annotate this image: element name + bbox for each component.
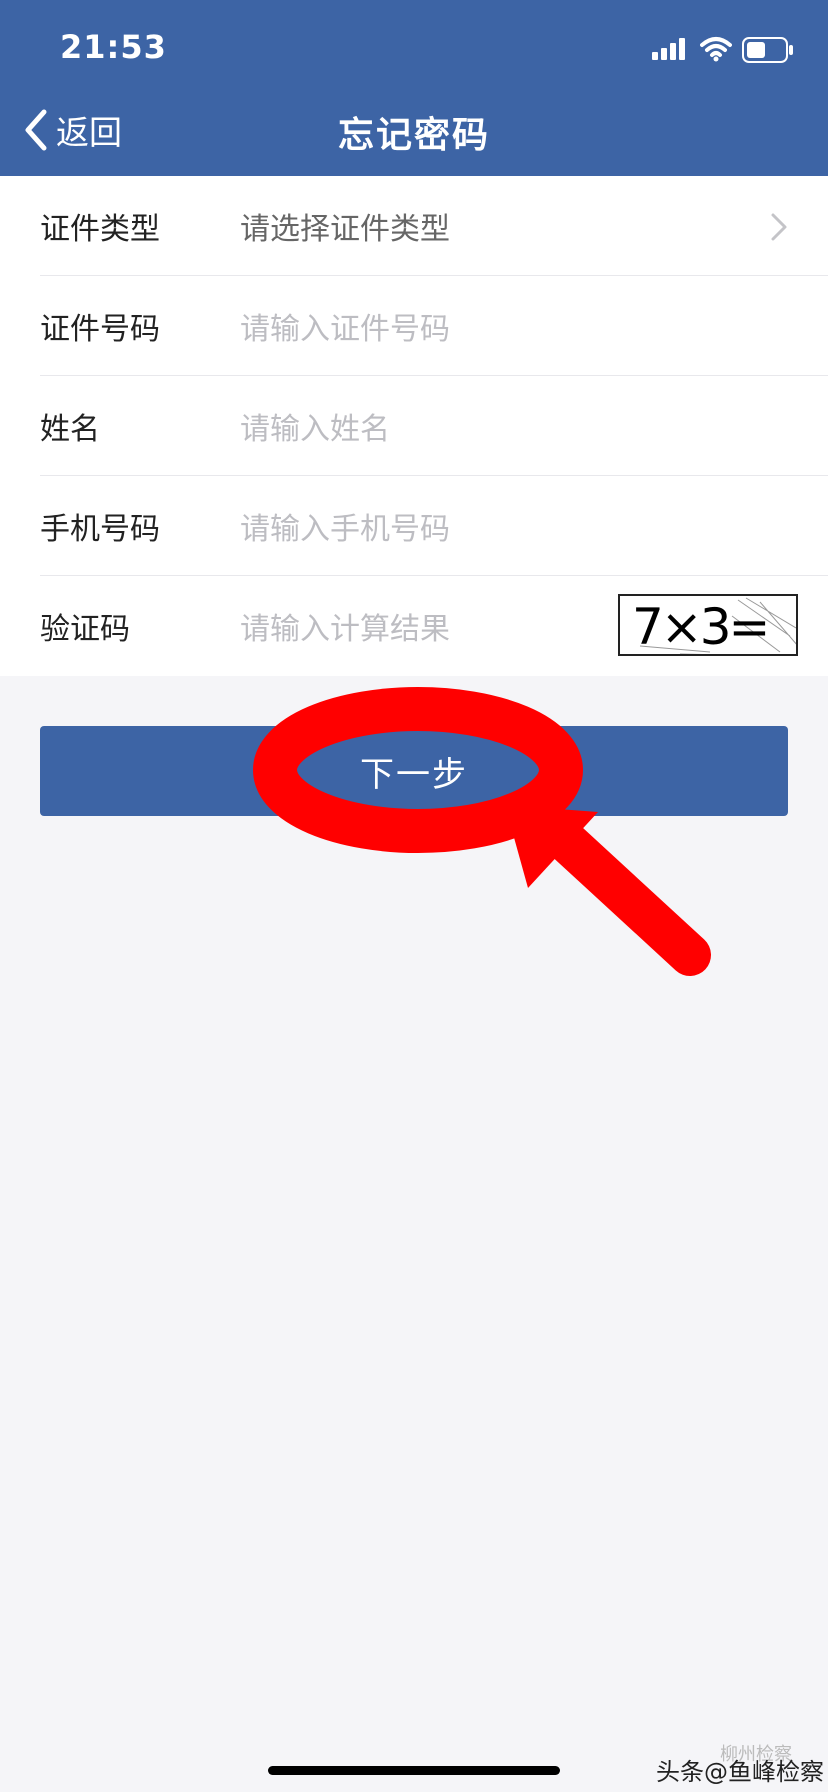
signal-icon [652,38,686,60]
battery-icon [742,37,793,63]
next-step-button[interactable]: 下一步 [40,726,788,816]
wifi-icon [700,37,732,62]
name-row: 姓名 请输入姓名 [40,376,828,476]
home-indicator[interactable] [268,1766,560,1775]
status-time: 21:53 [60,28,167,66]
id-number-input[interactable]: 请输入证件号码 [240,304,450,348]
captcha-text: 7×3= [632,598,770,656]
captcha-input[interactable]: 请输入计算结果 [240,604,450,648]
page-title: 忘记密码 [337,115,490,156]
forgot-password-form: 证件类型 请选择证件类型 证件号码 请输入证件号码 姓名 请输入姓名 手机号码 … [0,176,828,676]
id-type-select[interactable]: 请选择证件类型 [240,204,450,248]
id-number-row: 证件号码 请输入证件号码 [40,276,828,376]
id-number-label: 证件号码 [40,311,160,347]
watermark: 头条@鱼峰检察 [656,1758,824,1786]
id-type-row[interactable]: 证件类型 请选择证件类型 [40,176,828,276]
next-step-label: 下一步 [360,754,468,795]
phone-input[interactable]: 请输入手机号码 [240,504,450,548]
phone-row: 手机号码 请输入手机号码 [40,476,828,576]
id-type-label: 证件类型 [40,211,160,247]
phone-label: 手机号码 [40,511,160,547]
chevron-right-icon [771,213,787,241]
name-input[interactable]: 请输入姓名 [240,404,390,448]
name-label: 姓名 [40,411,100,447]
captcha-label: 验证码 [40,612,130,647]
captcha-image[interactable]: 7×3= [618,594,798,656]
app-header: 21:53 返回 忘记密码 [0,0,828,176]
